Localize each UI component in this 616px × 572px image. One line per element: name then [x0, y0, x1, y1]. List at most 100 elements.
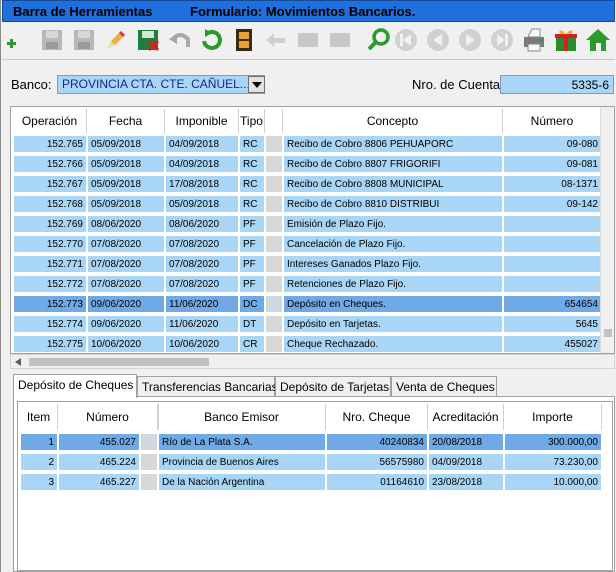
cell-item[interactable]: 1 — [20, 433, 58, 451]
cell-numero[interactable]: 455027 — [503, 335, 602, 353]
cell-fecha[interactable]: 09/06/2020 — [87, 315, 165, 333]
tab-venta-cheques[interactable]: Venta de Cheques — [391, 376, 497, 397]
col-banco-emisor[interactable]: Banco Emisor — [158, 404, 326, 430]
cell-concepto[interactable]: Cancelación de Plazo Fijo. — [283, 235, 503, 253]
cell-numero[interactable]: 09-142 — [503, 195, 602, 213]
table-row[interactable]: 152.774 09/06/2020 11/06/2020 DT Depósito en… — [11, 314, 606, 333]
cell-tipo[interactable]: PF — [239, 235, 265, 253]
home-button[interactable] — [584, 26, 612, 54]
banco-select[interactable]: PROVINCIA CTA. CTE. CAÑUEL... — [57, 75, 265, 94]
save-button[interactable] — [38, 26, 66, 54]
cell-operacion[interactable]: 152.771 — [13, 255, 87, 273]
horizontal-scrollbar[interactable] — [10, 354, 615, 369]
cell-imponible[interactable]: 04/09/2018 — [165, 135, 239, 153]
cell-blank[interactable] — [265, 295, 283, 313]
col-concepto[interactable]: Concepto — [283, 109, 503, 133]
back-button[interactable] — [262, 26, 290, 54]
col-numero[interactable]: Número — [503, 109, 602, 133]
cell-numero[interactable] — [503, 275, 602, 293]
cell-banco[interactable]: Provincia de Buenos Aires — [158, 453, 326, 471]
cell-blank[interactable] — [265, 275, 283, 293]
cell-fecha[interactable]: 05/09/2018 — [87, 195, 165, 213]
col-blank[interactable] — [265, 109, 283, 133]
cell-item[interactable]: 2 — [20, 453, 58, 471]
cell-operacion[interactable]: 152.767 — [13, 175, 87, 193]
cell-numero[interactable]: 08-1371 — [503, 175, 602, 193]
cell-concepto[interactable]: Depósito en Tarjetas. — [283, 315, 503, 333]
table-row[interactable]: 152.767 05/09/2018 17/08/2018 RC Recibo de C… — [11, 174, 606, 193]
save-all-button[interactable] — [70, 26, 98, 54]
cell-blank[interactable] — [265, 135, 283, 153]
table-row[interactable]: 152.773 09/06/2020 11/06/2020 DC Depósito en… — [11, 294, 606, 313]
cell-operacion[interactable]: 152.766 — [13, 155, 87, 173]
cell-nro_cheque[interactable]: 01164610 — [326, 473, 428, 491]
cell-operacion[interactable]: 152.770 — [13, 235, 87, 253]
cell-imponible[interactable]: 07/08/2020 — [165, 255, 239, 273]
cell-operacion[interactable]: 152.774 — [13, 315, 87, 333]
cell-blank[interactable] — [265, 235, 283, 253]
col-fecha[interactable]: Fecha — [87, 109, 165, 133]
disabled-button-1[interactable] — [294, 26, 322, 54]
cell-concepto[interactable]: Recibo de Cobro 8808 MUNICIPAL — [283, 175, 503, 193]
cell-concepto[interactable]: Recibo de Cobro 8807 FRIGORIFI — [283, 155, 503, 173]
cell-operacion[interactable]: 152.775 — [13, 335, 87, 353]
cell-concepto[interactable]: Retenciones de Plazo Fijo. — [283, 275, 503, 293]
cell-importe[interactable]: 10.000,00 — [504, 473, 602, 491]
col-cheque-numero[interactable]: Número — [58, 404, 158, 430]
col-item[interactable]: Item — [20, 404, 58, 430]
cell-tipo[interactable]: RC — [239, 155, 265, 173]
vertical-scrollbar[interactable] — [600, 107, 614, 353]
cell-imponible[interactable]: 05/09/2018 — [165, 195, 239, 213]
tab-deposito-cheques[interactable]: Depósito de Cheques — [13, 374, 137, 398]
cell-numero[interactable]: 465.227 — [58, 473, 140, 491]
cell-imponible[interactable]: 04/09/2018 — [165, 155, 239, 173]
table-row[interactable]: 152.766 05/09/2018 04/09/2018 RC Recibo de C… — [11, 154, 606, 173]
tab-transferencias[interactable]: Transferencias Bancarias — [137, 376, 278, 397]
cell-item[interactable]: 3 — [20, 473, 58, 491]
cell-numero[interactable]: 465.224 — [58, 453, 140, 471]
cell-tipo[interactable]: PF — [239, 215, 265, 233]
cell-nro_cheque[interactable]: 40240834 — [326, 433, 428, 451]
cell-imponible[interactable]: 11/06/2020 — [165, 315, 239, 333]
prev-button[interactable] — [424, 26, 452, 54]
cell-blank[interactable] — [265, 175, 283, 193]
gift-button[interactable] — [552, 26, 580, 54]
cell-blank[interactable] — [265, 155, 283, 173]
col-nro-cheque[interactable]: Nro. Cheque — [326, 404, 428, 430]
cell-fecha[interactable]: 05/09/2018 — [87, 175, 165, 193]
cell-acreditacion[interactable]: 23/08/2018 — [428, 473, 504, 491]
cell-concepto[interactable]: Recibo de Cobro 8806 PEHUAPORC — [283, 135, 503, 153]
cell-operacion[interactable]: 152.772 — [13, 275, 87, 293]
cell-tipo[interactable]: RC — [239, 175, 265, 193]
search-button[interactable] — [365, 26, 393, 54]
table-row[interactable]: 152.775 10/06/2020 10/06/2020 CR Cheque Rech… — [11, 334, 606, 353]
cell-concepto[interactable]: Depósito en Cheques. — [283, 295, 503, 313]
print-button[interactable] — [520, 26, 548, 54]
disabled-button-2[interactable] — [326, 26, 354, 54]
cell-numero[interactable]: 09-081 — [503, 155, 602, 173]
table-row[interactable]: 3 465.227 De la Nación Argentina 01164610 23… — [18, 472, 608, 491]
first-button[interactable] — [392, 26, 420, 54]
cell-concepto[interactable]: Recibo de Cobro 8810 DISTRIBUI — [283, 195, 503, 213]
col-acreditacion[interactable]: Acreditación — [428, 404, 504, 430]
cell-fecha[interactable]: 07/08/2020 — [87, 275, 165, 293]
table-row[interactable]: 152.770 07/08/2020 07/08/2020 PF Cancelación… — [11, 234, 606, 253]
cell-fecha[interactable]: 07/08/2020 — [87, 235, 165, 253]
cell-concepto[interactable]: Emisión de Plazo Fijo. — [283, 215, 503, 233]
cell-blank[interactable] — [265, 315, 283, 333]
cell-acreditacion[interactable]: 04/09/2018 — [428, 453, 504, 471]
cell-fecha[interactable]: 08/06/2020 — [87, 215, 165, 233]
next-button[interactable] — [456, 26, 484, 54]
cell-numero[interactable]: 09-080 — [503, 135, 602, 153]
last-button[interactable] — [488, 26, 516, 54]
cell-numero[interactable] — [503, 255, 602, 273]
table-row[interactable]: 152.765 05/09/2018 04/09/2018 RC Recibo de C… — [11, 134, 606, 153]
cell-blank[interactable] — [140, 433, 158, 451]
refresh-button[interactable] — [198, 26, 226, 54]
cell-fecha[interactable]: 07/08/2020 — [87, 255, 165, 273]
cell-numero[interactable]: 455.027 — [58, 433, 140, 451]
cell-fecha[interactable]: 09/06/2020 — [87, 295, 165, 313]
cell-tipo[interactable]: CR — [239, 335, 265, 353]
cell-numero[interactable] — [503, 235, 602, 253]
tab-deposito-tarjetas[interactable]: Depósito de Tarjetas — [275, 376, 391, 397]
